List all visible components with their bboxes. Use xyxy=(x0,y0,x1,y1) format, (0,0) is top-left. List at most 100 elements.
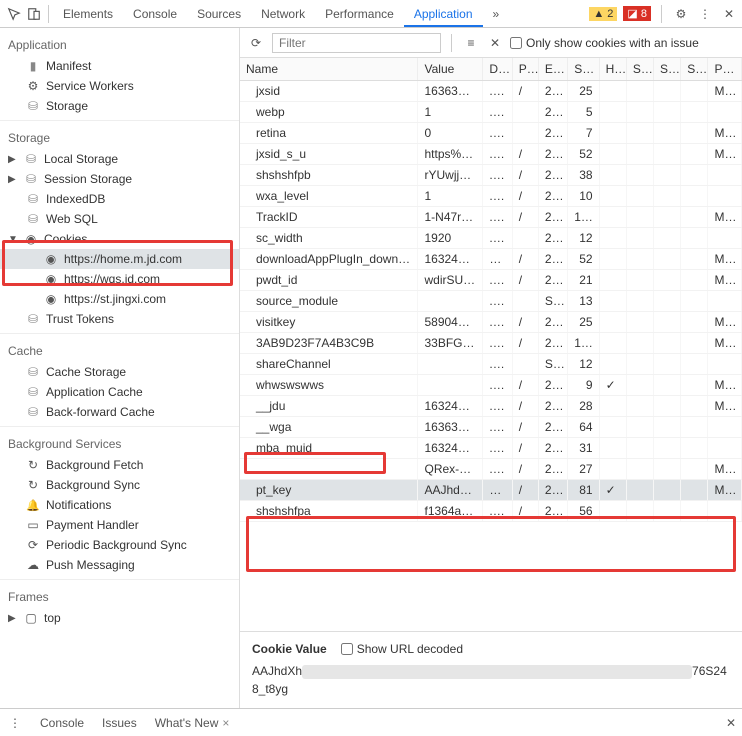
table-row[interactable]: retina0.j…2…7M… xyxy=(240,123,742,144)
filter-input[interactable] xyxy=(272,33,441,53)
cookie-icon xyxy=(44,292,58,306)
only-issue-input[interactable] xyxy=(510,37,522,49)
sidebar-application-cache[interactable]: Application Cache xyxy=(0,382,239,402)
table-row[interactable]: webp1.j…2…5 xyxy=(240,102,742,123)
table-row[interactable]: downloadAppPlugIn_down…163249……/2…52M… xyxy=(240,249,742,270)
clear-icon[interactable]: ✕ xyxy=(486,36,504,50)
tab-network[interactable]: Network xyxy=(251,1,315,27)
show-url-decoded-checkbox[interactable]: Show URL decoded xyxy=(341,642,463,656)
col-header[interactable]: S… xyxy=(654,58,681,81)
col-header[interactable]: D… xyxy=(483,58,512,81)
cloud-icon xyxy=(26,558,40,572)
tab-console[interactable]: Console xyxy=(123,1,187,27)
database-icon xyxy=(24,172,38,186)
database-icon xyxy=(26,405,40,419)
show-url-decoded-input[interactable] xyxy=(341,643,353,655)
sidebar-push-messaging[interactable]: Push Messaging xyxy=(0,555,239,575)
table-row[interactable]: QRex-G….j…/2…27M… xyxy=(240,459,742,480)
caret-icon: ▶ xyxy=(8,613,18,624)
table-row[interactable]: pt_keyAAJhdX……/2…81✓M… xyxy=(240,480,742,501)
table-row[interactable]: TrackID1-N47r….j…/2…1…M… xyxy=(240,207,742,228)
inspect-icon[interactable] xyxy=(4,4,24,24)
sidebar-periodic-sync[interactable]: Periodic Background Sync xyxy=(0,535,239,555)
show-url-decoded-label: Show URL decoded xyxy=(357,642,463,656)
sidebar-notifications[interactable]: Notifications xyxy=(0,495,239,515)
sidebar-bg-fetch[interactable]: Background Fetch xyxy=(0,455,239,475)
table-row[interactable]: jxsid163638….j…/2…25M… xyxy=(240,81,742,102)
col-header[interactable]: S… xyxy=(626,58,653,81)
sidebar-cookie-origin-1[interactable]: https://wqs.jd.com xyxy=(0,269,239,289)
table-row[interactable]: visitkey589042….j…/2…25M… xyxy=(240,312,742,333)
tab-elements[interactable]: Elements xyxy=(53,1,123,27)
sidebar-cookie-origin-2[interactable]: https://st.jingxi.com xyxy=(0,289,239,309)
warnings-badge[interactable]: ▲ 2 xyxy=(589,7,617,21)
sidebar-manifest[interactable]: Manifest xyxy=(0,56,239,76)
document-icon xyxy=(26,59,40,73)
sidebar-payment-handler[interactable]: Payment Handler xyxy=(0,515,239,535)
gear-icon xyxy=(26,79,40,93)
sidebar-cookies[interactable]: ▼Cookies xyxy=(0,229,239,249)
table-row[interactable]: shshshfpbrYUwjja….j…/2…38 xyxy=(240,165,742,186)
drawer-kebab-icon[interactable]: ⋮ xyxy=(6,716,24,730)
tab-performance[interactable]: Performance xyxy=(315,1,404,27)
table-row[interactable]: jxsid_s_uhttps%….j…/2…52M… xyxy=(240,144,742,165)
cookie-value-prefix: AAJhdXh xyxy=(252,664,302,678)
sidebar-local-storage[interactable]: ▶Local Storage xyxy=(0,149,239,169)
tab-application[interactable]: Application xyxy=(404,1,483,27)
errors-badge[interactable]: ◪ 8 xyxy=(623,6,651,21)
caret-icon: ▼ xyxy=(8,234,18,245)
table-row[interactable]: __wga163638….j…/2…64 xyxy=(240,417,742,438)
col-header[interactable]: Value xyxy=(418,58,483,81)
sidebar-storage[interactable]: Storage xyxy=(0,96,239,116)
drawer-tab-whatsnew[interactable]: What's New× xyxy=(153,712,232,734)
sidebar-indexeddb[interactable]: IndexedDB xyxy=(0,189,239,209)
table-row[interactable]: __jdu163249….j…/2…28M… xyxy=(240,396,742,417)
database-icon xyxy=(26,192,40,206)
drawer-close-icon[interactable]: ✕ xyxy=(726,716,736,730)
cookies-toolbar: ⟳ ≡ ✕ Only show cookies with an issue xyxy=(240,28,742,58)
sidebar-trust-tokens[interactable]: Trust Tokens xyxy=(0,309,239,329)
sidebar-websql[interactable]: Web SQL xyxy=(0,209,239,229)
filter-settings-icon[interactable]: ≡ xyxy=(462,36,480,50)
table-row[interactable]: sc_width1920.j…2…12 xyxy=(240,228,742,249)
device-icon[interactable] xyxy=(24,4,44,24)
kebab-icon[interactable]: ⋮ xyxy=(696,7,714,21)
table-row[interactable]: shareChannel.j…S…12 xyxy=(240,354,742,375)
fetch-icon xyxy=(26,458,40,472)
table-row[interactable]: whwswswws.j…/2…9✓M… xyxy=(240,375,742,396)
only-issue-checkbox[interactable]: Only show cookies with an issue xyxy=(510,36,699,50)
col-header[interactable]: H… xyxy=(599,58,626,81)
drawer-tab-console[interactable]: Console xyxy=(38,712,86,734)
table-row[interactable]: wxa_level1.j…/2…10 xyxy=(240,186,742,207)
database-icon xyxy=(26,99,40,113)
sidebar-bg-sync[interactable]: Background Sync xyxy=(0,475,239,495)
sidebar-session-storage[interactable]: ▶Session Storage xyxy=(0,169,239,189)
table-row[interactable]: source_module.j…S…13 xyxy=(240,291,742,312)
reload-icon[interactable]: ⟳ xyxy=(246,33,266,53)
col-header[interactable]: Si… xyxy=(568,58,599,81)
table-row[interactable]: shshshfpaf1364ae….j…/2…56 xyxy=(240,501,742,522)
tab-sources[interactable]: Sources xyxy=(187,1,251,27)
cookie-value-text[interactable]: AAJhdXh76S248_t8yg xyxy=(252,662,730,698)
clock-icon xyxy=(26,538,40,552)
section-storage: Storage xyxy=(0,125,239,149)
table-row[interactable]: pwdt_idwdirSU….j…/2…21M… xyxy=(240,270,742,291)
close-icon[interactable]: ✕ xyxy=(720,7,738,21)
table-row[interactable]: 3AB9D23F7A4B3C9B33BFG7….j…/2…1…M… xyxy=(240,333,742,354)
sidebar-service-workers[interactable]: Service Workers xyxy=(0,76,239,96)
col-header[interactable]: P… xyxy=(512,58,538,81)
settings-icon[interactable]: ⚙ xyxy=(672,7,690,21)
sidebar-frame-top[interactable]: ▶top xyxy=(0,608,239,628)
sidebar-bf-cache[interactable]: Back-forward Cache xyxy=(0,402,239,422)
cookie-value-panel: Cookie Value Show URL decoded AAJhdXh76S… xyxy=(240,632,742,708)
col-header[interactable]: E… xyxy=(538,58,567,81)
drawer-tab-issues[interactable]: Issues xyxy=(100,712,139,734)
col-header[interactable]: S… xyxy=(681,58,708,81)
col-header[interactable]: Name xyxy=(240,58,418,81)
sidebar-cache-storage[interactable]: Cache Storage xyxy=(0,362,239,382)
tab-more[interactable]: » xyxy=(483,1,510,27)
table-row[interactable]: mba_muid163249….j…/2…31 xyxy=(240,438,742,459)
sidebar-cookie-origin-0[interactable]: https://home.m.jd.com xyxy=(0,249,239,269)
close-icon[interactable]: × xyxy=(222,716,229,730)
col-header[interactable]: Pr… xyxy=(708,58,742,81)
